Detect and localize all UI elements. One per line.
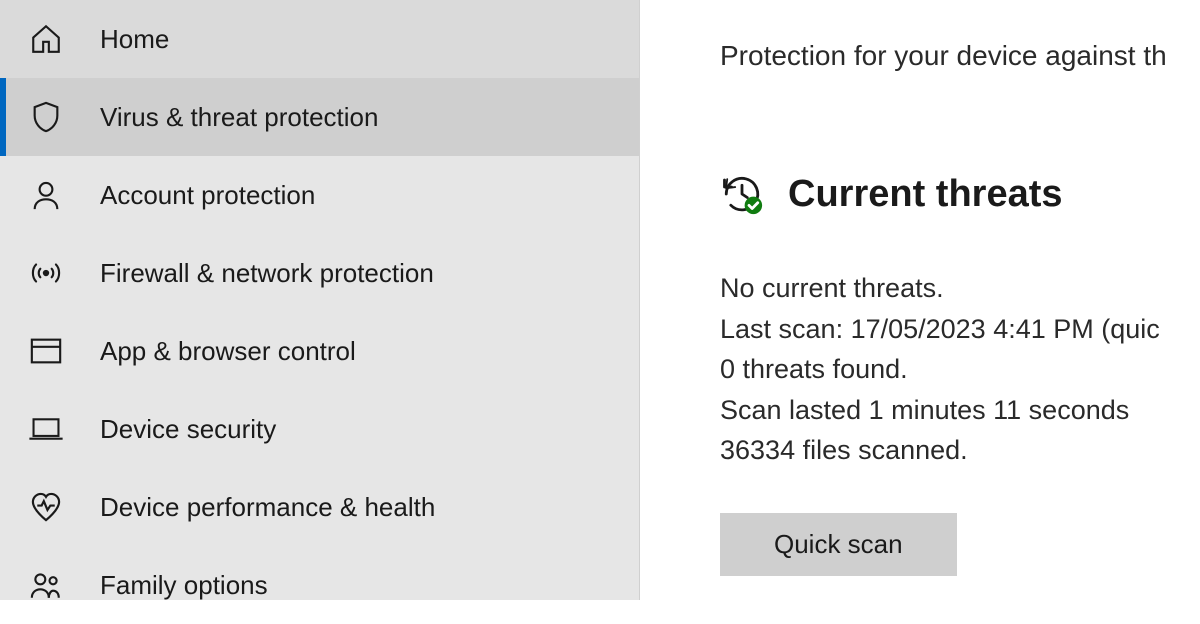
status-threats-found: 0 threats found. (720, 349, 1200, 390)
sidebar-item-account[interactable]: Account protection (0, 156, 639, 234)
status-text: No current threats. Last scan: 17/05/202… (720, 268, 1200, 471)
sidebar-item-family[interactable]: Family options (0, 546, 639, 624)
main-content: Protection for your device against th Cu… (640, 0, 1200, 600)
sidebar-item-label: Family options (100, 570, 268, 601)
broadcast-icon (26, 256, 66, 290)
heart-pulse-icon (26, 491, 66, 523)
laptop-icon (26, 415, 66, 443)
sidebar-item-label: Virus & threat protection (100, 102, 378, 133)
sidebar-item-performance[interactable]: Device performance & health (0, 468, 639, 546)
sidebar-item-label: Device security (100, 414, 276, 445)
sidebar-item-label: Firewall & network protection (100, 258, 434, 289)
sidebar: Home Virus & threat protection Account p… (0, 0, 640, 600)
shield-icon (26, 100, 66, 134)
people-icon (26, 568, 66, 602)
sidebar-item-firewall[interactable]: Firewall & network protection (0, 234, 639, 312)
person-icon (26, 178, 66, 212)
sidebar-item-app-browser[interactable]: App & browser control (0, 312, 639, 390)
section-header: Current threats (720, 172, 1200, 216)
quick-scan-button[interactable]: Quick scan (720, 513, 957, 576)
history-check-icon (720, 172, 764, 216)
sidebar-item-label: Account protection (100, 180, 315, 211)
status-last-scan: Last scan: 17/05/2023 4:41 PM (quic (720, 309, 1200, 350)
window-icon (26, 336, 66, 366)
home-icon (26, 22, 66, 56)
status-files-scanned: 36334 files scanned. (720, 430, 1200, 471)
sidebar-item-home[interactable]: Home (0, 0, 639, 78)
page-subtitle: Protection for your device against th (720, 40, 1200, 72)
status-no-threats: No current threats. (720, 268, 1200, 309)
sidebar-item-label: Home (100, 24, 169, 55)
sidebar-item-label: Device performance & health (100, 492, 435, 523)
status-duration: Scan lasted 1 minutes 11 seconds (720, 390, 1200, 431)
sidebar-item-virus-threat[interactable]: Virus & threat protection (0, 78, 639, 156)
sidebar-item-device-security[interactable]: Device security (0, 390, 639, 468)
sidebar-item-label: App & browser control (100, 336, 356, 367)
section-title: Current threats (788, 173, 1063, 216)
